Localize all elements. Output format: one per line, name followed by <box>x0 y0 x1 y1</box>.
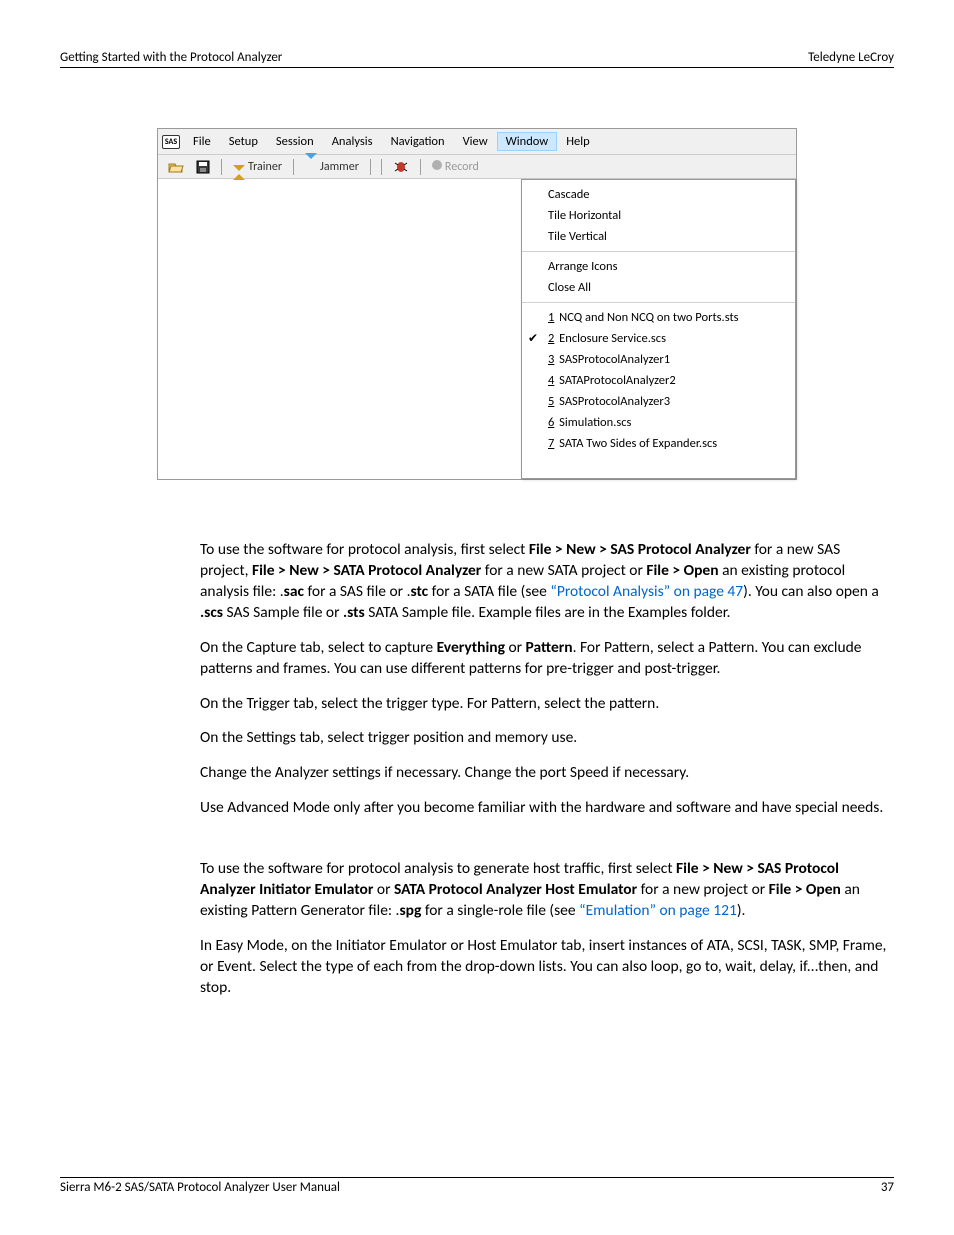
menu-window[interactable]: Window <box>497 132 558 151</box>
menu-item-arrange-icons[interactable]: Arrange Icons <box>522 256 795 277</box>
triangle-down-icon <box>305 159 317 174</box>
window-list-item[interactable]: ✔ 2 Enclosure Service.scs <box>522 328 795 349</box>
menu-item-tile-vertical[interactable]: Tile Vertical <box>522 226 795 247</box>
paragraph: On the Settings tab, select trigger posi… <box>200 728 890 749</box>
menu-item-close-all[interactable]: Close All <box>522 277 795 298</box>
record-button[interactable]: Record <box>428 158 483 175</box>
toolbar-separator <box>293 159 294 175</box>
jammer-button[interactable]: Jammer <box>301 158 363 175</box>
window-list-item[interactable]: 1 NCQ and Non NCQ on two Ports.sts <box>522 307 795 328</box>
app-window-screenshot: SAS File Setup Session Analysis Navigati… <box>157 128 797 480</box>
menu-view[interactable]: View <box>454 132 497 151</box>
window-menu-dropdown: Cascade Tile Horizontal Tile Vertical Ar… <box>521 179 796 479</box>
paragraph: In Easy Mode, on the Initiator Emulator … <box>200 936 890 999</box>
menu-item-cascade[interactable]: Cascade <box>522 184 795 205</box>
paragraph: On the Trigger tab, select the trigger t… <box>200 694 890 715</box>
bug-icon <box>393 160 409 174</box>
open-button[interactable] <box>164 159 188 175</box>
toolbar-separator <box>381 159 382 175</box>
toolbar: Trainer Jammer Record <box>158 155 796 179</box>
menu-file[interactable]: File <box>184 132 220 151</box>
menu-setup[interactable]: Setup <box>220 132 267 151</box>
app-icon: SAS <box>162 135 180 149</box>
paragraph: To use the software for protocol analysi… <box>200 540 890 624</box>
footer-left: Sierra M6-2 SAS/SATA Protocol Analyzer U… <box>60 1180 340 1195</box>
menu-navigation[interactable]: Navigation <box>382 132 454 151</box>
paragraph: Change the Analyzer settings if necessar… <box>200 763 890 784</box>
menu-item-tile-horizontal[interactable]: Tile Horizontal <box>522 205 795 226</box>
paragraph: To use the software for protocol analysi… <box>200 859 890 922</box>
window-list-item[interactable]: 4 SATAProtocolAnalyzer2 <box>522 370 795 391</box>
page-header: Getting Started with the Protocol Analyz… <box>60 50 894 68</box>
menu-analysis[interactable]: Analysis <box>323 132 382 151</box>
jammer-label: Jammer <box>320 160 359 174</box>
blank-client-area <box>158 179 521 479</box>
check-icon: ✔ <box>528 331 538 346</box>
window-list-item[interactable]: 5 SASProtocolAnalyzer3 <box>522 391 795 412</box>
open-folder-icon <box>168 160 184 174</box>
bug-button[interactable] <box>389 159 413 175</box>
window-list-item[interactable]: 3 SASProtocolAnalyzer1 <box>522 349 795 370</box>
record-circle-icon <box>432 159 442 174</box>
page-footer: Sierra M6-2 SAS/SATA Protocol Analyzer U… <box>60 1177 894 1195</box>
window-list-item[interactable]: 6 Simulation.scs <box>522 412 795 433</box>
toolbar-separator <box>420 159 421 175</box>
body-content: To use the software for protocol analysi… <box>200 540 890 999</box>
trainer-label: Trainer <box>248 160 282 174</box>
menubar: SAS File Setup Session Analysis Navigati… <box>158 129 796 155</box>
header-left: Getting Started with the Protocol Analyz… <box>60 50 282 65</box>
menu-session[interactable]: Session <box>267 132 323 151</box>
diamond-up-icon <box>233 159 245 174</box>
window-list: 1 NCQ and Non NCQ on two Ports.sts ✔ 2 E… <box>522 303 795 458</box>
footer-right: 37 <box>881 1180 894 1195</box>
save-button[interactable] <box>192 159 214 175</box>
link-emulation[interactable]: “Emulation” on page 121 <box>579 901 737 920</box>
menu-help[interactable]: Help <box>557 132 598 151</box>
paragraph: Use Advanced Mode only after you become … <box>200 798 890 819</box>
save-icon <box>196 160 210 174</box>
window-list-item[interactable]: 7 SATA Two Sides of Expander.scs <box>522 433 795 454</box>
trainer-button[interactable]: Trainer <box>229 158 286 175</box>
header-right: Teledyne LeCroy <box>808 50 894 65</box>
toolbar-separator <box>370 159 371 175</box>
paragraph: On the Capture tab, select to capture Ev… <box>200 638 890 680</box>
record-label: Record <box>445 160 479 174</box>
link-protocol-analysis[interactable]: “Protocol Analysis” on page 47 <box>550 582 743 601</box>
toolbar-separator <box>221 159 222 175</box>
